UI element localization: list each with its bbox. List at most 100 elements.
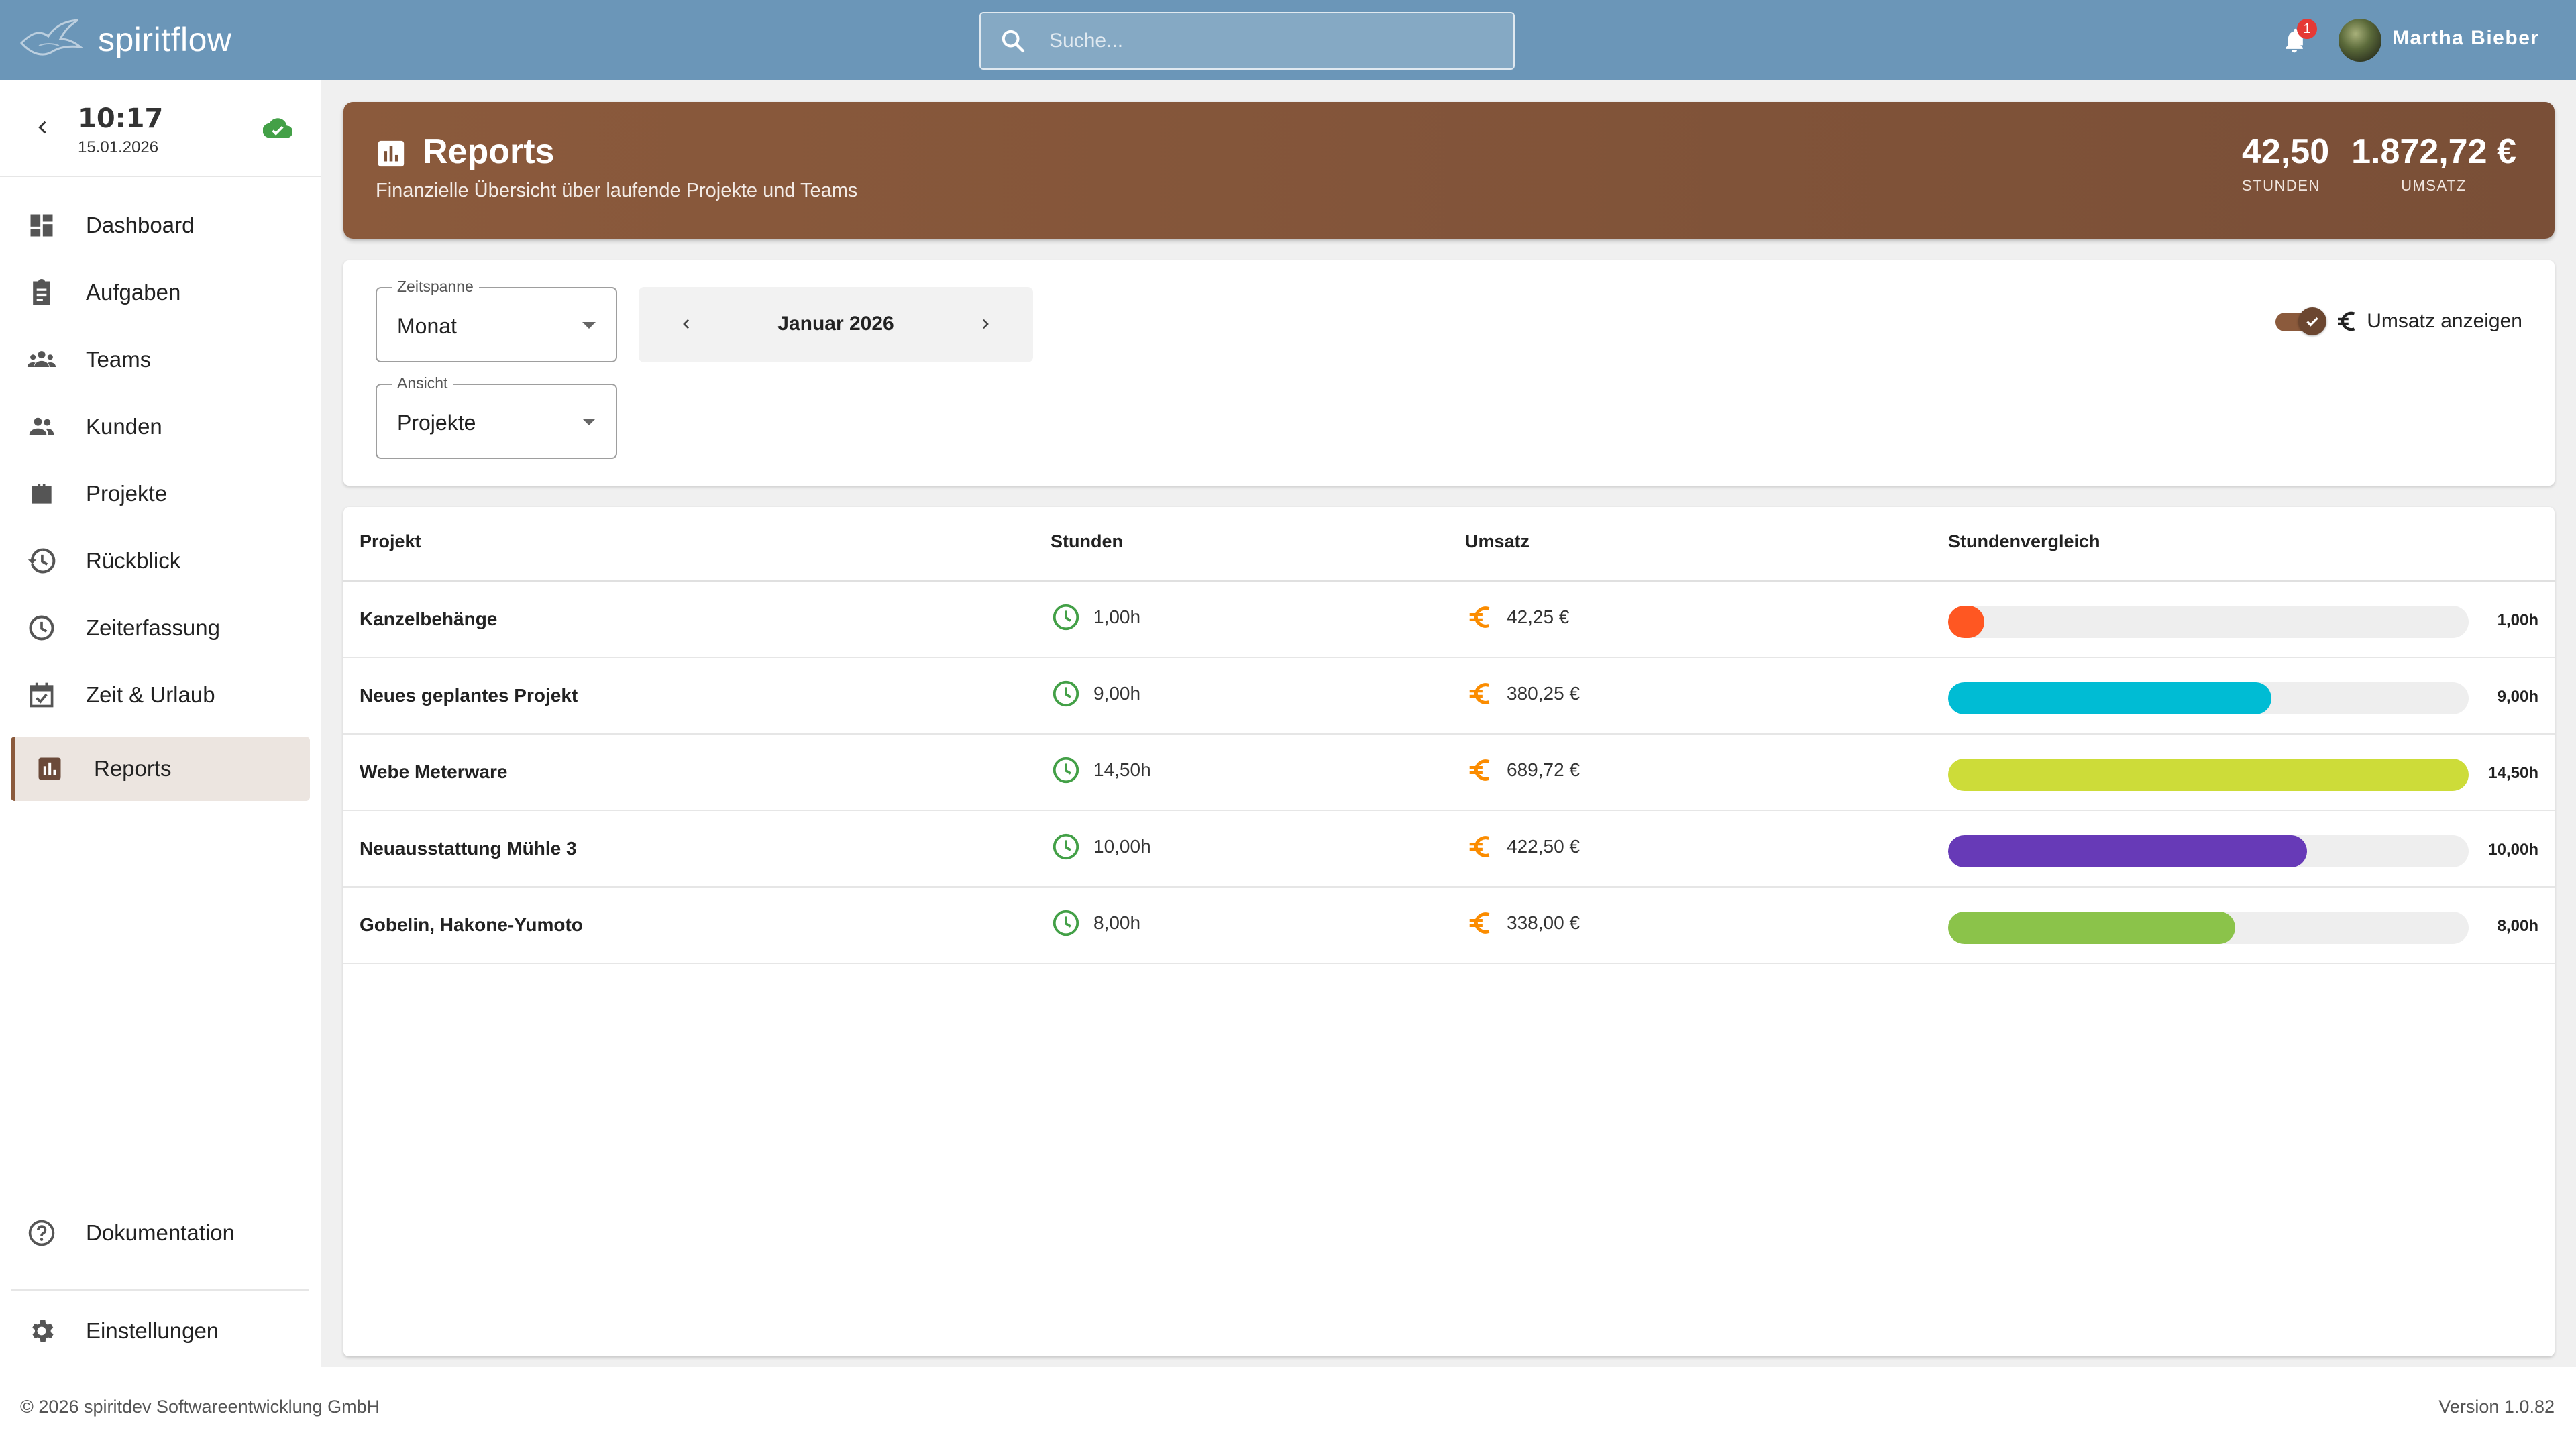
- help-circle-icon: [28, 1220, 55, 1246]
- clock-icon: [1053, 604, 1079, 631]
- groups-icon: [27, 351, 56, 367]
- revenue-cell: 338,00 €: [1465, 908, 1580, 938]
- hours-cell: 9,00h: [1051, 678, 1140, 709]
- revenue-value: 422,50 €: [1507, 836, 1580, 857]
- sidebar-item-label: Aufgaben: [86, 280, 181, 305]
- toggle-switch[interactable]: [2275, 307, 2327, 335]
- page-title: Reports: [423, 132, 555, 171]
- table-row[interactable]: Gobelin, Hakone-Yumoto 8,00h 338,00 € 8,00h: [343, 888, 2555, 964]
- sidebar-divider: [11, 1289, 309, 1291]
- sidebar-item-zeit-urlaub[interactable]: Zeit & Urlaub: [11, 663, 310, 727]
- sidebar-item-label: Projekte: [86, 481, 168, 506]
- sidebar-item-aufgaben[interactable]: Aufgaben: [11, 260, 310, 325]
- project-name: Kanzelbehänge: [360, 608, 498, 629]
- sidebar-item-label: Dokumentation: [86, 1220, 235, 1245]
- page-subtitle: Finanzielle Übersicht über laufende Proj…: [376, 180, 858, 201]
- revenue-value: 42,25 €: [1507, 606, 1570, 627]
- chevron-left-icon[interactable]: [34, 118, 52, 137]
- revenue-value: 380,25 €: [1507, 683, 1580, 704]
- sidebar-item-label: Reports: [94, 756, 172, 781]
- sidebar-item-label: Kunden: [86, 414, 162, 439]
- project-name: Neues geplantes Projekt: [360, 685, 578, 706]
- bar-chart-icon: [378, 140, 405, 167]
- sidebar-item-kunden[interactable]: Kunden: [11, 394, 310, 459]
- stat-revenue-value: 1.872,72 €: [2351, 132, 2516, 171]
- dashboard-icon: [30, 214, 53, 237]
- column-header-stunden[interactable]: Stunden: [1051, 531, 1123, 552]
- period-label: Januar 2026: [777, 313, 894, 335]
- sidebar-item-einstellungen[interactable]: Einstellungen: [11, 1299, 310, 1363]
- table-row[interactable]: Webe Meterware 14,50h 689,72 € 14,50h: [343, 735, 2555, 811]
- ansicht-label: Ansicht: [392, 374, 453, 392]
- column-header-umsatz[interactable]: Umsatz: [1465, 531, 1529, 552]
- column-header-projekt[interactable]: Projekt: [360, 531, 421, 552]
- sidebar-item-dokumentation[interactable]: Dokumentation: [11, 1201, 310, 1265]
- euro-icon: [1469, 606, 1490, 628]
- euro-icon: [1469, 683, 1490, 704]
- user-avatar[interactable]: [2339, 19, 2381, 62]
- clock-icon: [1053, 833, 1079, 860]
- sidebar-item-teams[interactable]: Teams: [11, 327, 310, 392]
- calendar-check-icon: [30, 682, 54, 708]
- hours-cell: 10,00h: [1051, 831, 1151, 862]
- stat-revenue: 1.872,72 € UMSATZ: [2343, 131, 2525, 195]
- footer-copyright: © 2026 spiritdev Softwareentwicklung Gmb…: [20, 1397, 380, 1417]
- sidebar-item-label: Rückblick: [86, 548, 181, 573]
- project-name: Neuausstattung Mühle 3: [360, 838, 577, 859]
- sidebar-item-projekte[interactable]: Projekte: [11, 462, 310, 526]
- filter-card: Zeitspanne Monat Ansicht Projekte Januar…: [343, 260, 2555, 486]
- clock-icon: [1053, 680, 1079, 707]
- hours-comparison-value: 10,00h: [2488, 841, 2538, 859]
- euro-icon: [2338, 311, 2355, 331]
- hours-value: 8,00h: [1093, 912, 1141, 933]
- revenue-cell: 42,25 €: [1465, 602, 1569, 633]
- hours-comparison-bar: [1948, 912, 2469, 944]
- period-navigator: Januar 2026: [639, 287, 1033, 362]
- zeitspanne-select[interactable]: Zeitspanne Monat: [376, 278, 617, 362]
- app-logo[interactable]: spiritflow: [19, 16, 231, 63]
- notification-badge: 1: [2297, 19, 2317, 39]
- user-name[interactable]: Martha Bieber: [2392, 27, 2540, 50]
- sidebar-item-label: Zeit & Urlaub: [86, 682, 215, 707]
- table-row[interactable]: Kanzelbehänge 1,00h 42,25 € 1,00h: [343, 582, 2555, 658]
- table-row[interactable]: Neues geplantes Projekt 9,00h 380,25 € 9,00…: [343, 658, 2555, 735]
- ansicht-value: Projekte: [397, 411, 476, 435]
- sidebar-item-rueckblick[interactable]: Rückblick: [11, 529, 310, 593]
- sidebar-item-zeiterfassung[interactable]: Zeiterfassung: [11, 596, 310, 660]
- stat-hours-value: 42,50: [2242, 132, 2330, 171]
- column-header-stundenvergleich[interactable]: Stundenvergleich: [1948, 531, 2100, 552]
- chevron-right-icon[interactable]: [975, 314, 996, 334]
- clock-icon: [1053, 910, 1079, 936]
- umsatz-toggle[interactable]: Umsatz anzeigen: [2275, 307, 2522, 335]
- euro-icon: [1469, 759, 1490, 781]
- project-name: Gobelin, Hakone-Yumoto: [360, 914, 583, 935]
- hours-comparison-fill: [1948, 682, 2271, 714]
- table-row[interactable]: Neuausstattung Mühle 3 10,00h 422,50 € 10,0…: [343, 811, 2555, 888]
- euro-icon: [1469, 912, 1490, 934]
- clock-widget: 10:17 15.01.2026: [0, 80, 321, 177]
- revenue-cell: 380,25 €: [1465, 678, 1580, 709]
- hours-comparison-fill: [1948, 759, 2469, 791]
- clock-icon: [1053, 757, 1079, 784]
- search-box[interactable]: [979, 12, 1515, 70]
- hours-comparison-bar: [1948, 835, 2469, 867]
- footer-version: Version 1.0.82: [2438, 1397, 2555, 1417]
- search-icon: [1002, 30, 1025, 53]
- clock-date: 15.01.2026: [78, 138, 159, 156]
- stat-revenue-label: UMSATZ: [2401, 177, 2467, 194]
- hours-comparison-fill: [1948, 606, 1984, 638]
- clipboard-icon: [33, 278, 50, 305]
- hours-cell: 14,50h: [1051, 755, 1151, 786]
- hours-comparison-value: 8,00h: [2497, 917, 2538, 935]
- reports-header-card: Reports Finanzielle Übersicht über laufe…: [343, 102, 2555, 239]
- ansicht-select[interactable]: Ansicht Projekte: [376, 374, 617, 459]
- search-input[interactable]: [1049, 30, 1485, 52]
- hours-cell: 8,00h: [1051, 908, 1140, 938]
- hours-comparison-value: 9,00h: [2497, 688, 2538, 706]
- sidebar-item-label: Dashboard: [86, 213, 195, 237]
- toggle-label: Umsatz anzeigen: [2367, 310, 2522, 332]
- sidebar-item-dashboard[interactable]: Dashboard: [11, 193, 310, 258]
- hours-value: 14,50h: [1093, 759, 1151, 780]
- report-table: Projekt Stunden Umsatz Stundenvergleich …: [343, 507, 2555, 1356]
- sidebar-item-reports[interactable]: Reports: [11, 737, 310, 801]
